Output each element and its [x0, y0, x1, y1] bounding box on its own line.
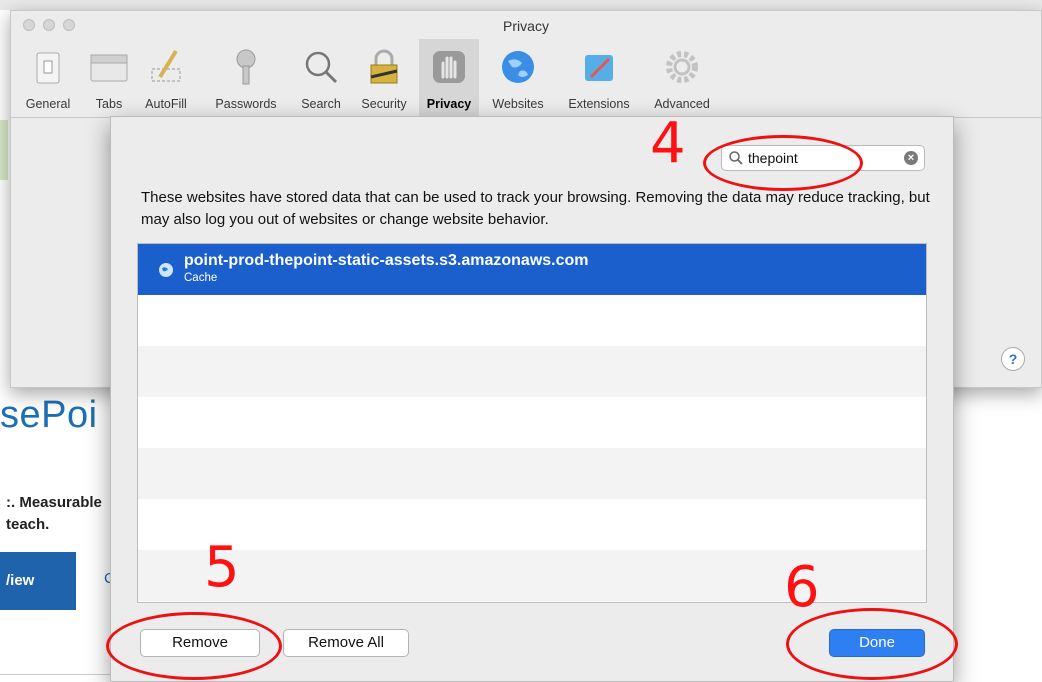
puzzle-icon [585, 55, 613, 81]
website-data-list[interactable]: point-prod-thepoint-static-assets.s3.ama… [137, 243, 927, 603]
background-tagline: :. Measurable teach. [6, 494, 102, 533]
tab-search-label: Search [301, 97, 341, 111]
list-item[interactable]: point-prod-thepoint-static-assets.s3.ama… [138, 244, 926, 295]
annotation-oval-done [786, 608, 958, 680]
tab-advanced[interactable]: Advanced [641, 39, 723, 117]
list-item-empty [138, 295, 926, 346]
annotation-step-5: 5 [204, 535, 240, 600]
tab-websites-label: Websites [492, 97, 544, 111]
background-view-button[interactable]: /iew [0, 552, 76, 610]
remove-all-button[interactable]: Remove All [283, 629, 409, 657]
tab-tabs-label: Tabs [95, 97, 123, 111]
tab-tabs[interactable]: Tabs [85, 39, 133, 117]
list-item-empty [138, 397, 926, 448]
tab-advanced-label: Advanced [654, 97, 710, 111]
tabs-icon [90, 54, 128, 82]
tab-general[interactable]: General [11, 39, 85, 117]
annotation-step-4: 4 [650, 111, 686, 176]
clear-icon[interactable]: × [904, 151, 918, 165]
tab-general-label: General [25, 97, 71, 111]
autofill-icon [151, 49, 181, 82]
hand-icon [433, 51, 465, 83]
tab-security[interactable]: Security [349, 39, 419, 117]
window-title: Privacy [503, 18, 549, 34]
website-data-type: Cache [184, 272, 218, 284]
list-item-empty [138, 448, 926, 499]
key-icon [236, 49, 256, 85]
tab-privacy-label: Privacy [426, 97, 472, 111]
tab-search[interactable]: Search [293, 39, 349, 117]
tab-passwords[interactable]: Passwords [199, 39, 293, 117]
tab-security-label: Security [361, 97, 407, 111]
globe-icon [159, 263, 173, 277]
annotation-step-6: 6 [784, 555, 820, 620]
list-item-empty [138, 346, 926, 397]
gear-icon [666, 51, 698, 83]
lock-icon [370, 49, 398, 84]
background-logo-text: sePoi [0, 394, 98, 436]
general-icon [36, 52, 60, 84]
annotation-oval-remove [106, 612, 282, 680]
tab-autofill-label: AutoFill [145, 97, 187, 111]
background-green-strip [0, 120, 8, 180]
magnifier-icon [305, 51, 338, 84]
tab-websites[interactable]: Websites [479, 39, 557, 117]
list-item-empty [138, 499, 926, 550]
tab-extensions[interactable]: Extensions [557, 39, 641, 117]
tab-passwords-label: Passwords [215, 97, 277, 111]
tab-privacy[interactable]: Privacy [419, 39, 479, 117]
preferences-toolbar: General Tabs AutoFill Passwords Search S… [11, 39, 1041, 118]
tab-autofill[interactable]: AutoFill [133, 39, 199, 117]
annotation-oval-search [703, 135, 863, 191]
website-name: point-prod-thepoint-static-assets.s3.ama… [184, 252, 589, 269]
sheet-description: These websites have stored data that can… [141, 189, 930, 228]
tab-extensions-label: Extensions [568, 97, 630, 111]
title-bar: Privacy [11, 11, 1041, 41]
background-top-bar [0, 0, 1042, 10]
help-button[interactable]: ? [1001, 347, 1025, 371]
globe-icon [502, 51, 534, 83]
